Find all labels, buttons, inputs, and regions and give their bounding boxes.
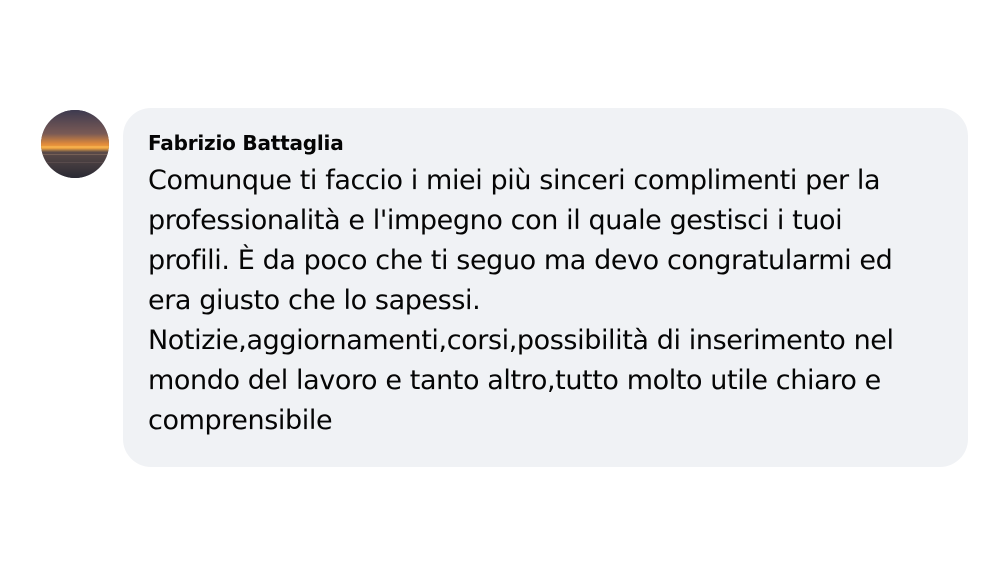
comment-line: Notizie,aggiornamenti,corsi,possibilità … <box>148 325 894 356</box>
comment-line: comprensibile <box>148 405 333 436</box>
comment-line: era giusto che lo sapessi. <box>148 285 481 316</box>
sunset-over-sea-avatar-icon <box>41 110 109 178</box>
comment-line: professionalità e l'impegno con il quale… <box>148 205 843 236</box>
comment-line: mondo del lavoro e tanto altro,tutto mol… <box>148 365 881 396</box>
comment-author[interactable]: Fabrizio Battaglia <box>148 130 944 156</box>
comment-line: Comunque ti faccio i miei più sinceri co… <box>148 165 881 196</box>
comment-text: Comunque ti faccio i miei più sinceri co… <box>148 161 944 441</box>
comment-bubble: Fabrizio Battaglia Comunque ti faccio i … <box>123 108 968 467</box>
comment-line: profili. È da poco che ti seguo ma devo … <box>148 245 893 276</box>
avatar[interactable] <box>41 110 109 178</box>
